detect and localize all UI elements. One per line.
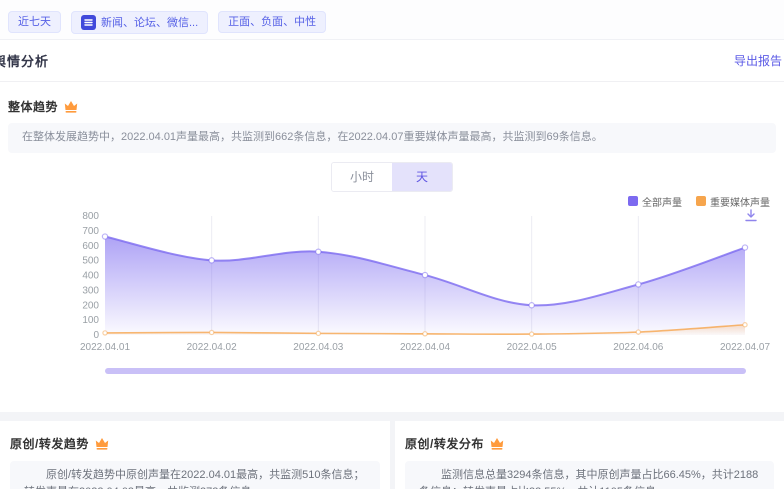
media-source-icon [81, 15, 96, 30]
legend-marker-purple [628, 196, 638, 206]
chart-scrollbar-thumb[interactable] [105, 368, 746, 374]
origin-repost-distribution-summary: 监测信息总量3294条信息，其中原创声量占比66.45%，共计2188条信息；转… [405, 461, 774, 489]
legend-label-total-volume: 全部声量 [642, 194, 682, 209]
svg-text:2022.04.05: 2022.04.05 [507, 342, 557, 353]
filter-chip-sentiment[interactable]: 正面、负面、中性 [218, 11, 326, 33]
crown-icon [490, 437, 504, 450]
chart-legend: 全部声量 重要媒体声量 [8, 195, 776, 208]
export-report-link[interactable]: 导出报告 [734, 52, 782, 69]
bottom-cards-row: 原创/转发趋势 原创/转发趋势中原创声量在2022.04.01最高，共监测510… [0, 421, 784, 489]
download-icon[interactable] [744, 209, 758, 222]
svg-text:2022.04.03: 2022.04.03 [293, 342, 343, 353]
svg-text:500: 500 [82, 255, 99, 266]
analysis-card: 舆情分析 导出报告 整体趋势 在整体发展趋势中，2022.04.01声量最高，共… [0, 40, 784, 412]
origin-repost-distribution-title: 原创/转发分布 [405, 435, 484, 452]
chart-scrollbar-track [105, 368, 746, 374]
filter-chip-media-sources-label: 新闻、论坛、微信... [101, 16, 198, 30]
svg-text:2022.04.06: 2022.04.06 [613, 342, 663, 353]
legend-item-key-media-volume[interactable]: 重要媒体声量 [696, 194, 770, 209]
svg-text:2022.04.04: 2022.04.04 [400, 342, 450, 353]
svg-text:100: 100 [82, 315, 99, 326]
svg-text:800: 800 [82, 211, 99, 222]
toggle-hour-button[interactable]: 小时 [332, 163, 392, 191]
trend-chart: 0 100 200 300 400 500 600 700 800 2022.04.01 2022.… [8, 209, 776, 374]
svg-text:0: 0 [93, 330, 99, 341]
granularity-toggle: 小时 天 [331, 162, 453, 192]
legend-marker-orange [696, 196, 706, 206]
overall-trend-title: 整体趋势 [8, 98, 58, 115]
trend-area-chart[interactable]: 01002003004005006007008002022.04.012022.… [88, 209, 784, 355]
svg-text:400: 400 [82, 270, 99, 281]
overall-trend-section: 整体趋势 在整体发展趋势中，2022.04.01声量最高，共监测到662条信息，… [0, 98, 784, 374]
filter-chip-media-sources[interactable]: 新闻、论坛、微信... [71, 11, 208, 34]
crown-icon [64, 100, 78, 113]
card-header: 舆情分析 导出报告 [0, 40, 784, 82]
legend-label-key-media-volume: 重要媒体声量 [710, 194, 770, 209]
svg-text:2022.04.01: 2022.04.01 [80, 342, 130, 353]
toggle-day-button[interactable]: 天 [392, 163, 452, 191]
origin-repost-distribution-card: 原创/转发分布 监测信息总量3294条信息，其中原创声量占比66.45%，共计2… [395, 421, 784, 489]
filter-chip-date-range[interactable]: 近七天 [8, 11, 61, 33]
svg-text:2022.04.02: 2022.04.02 [187, 342, 237, 353]
origin-repost-trend-summary: 原创/转发趋势中原创声量在2022.04.01最高，共监测510条信息；转发声量… [10, 461, 380, 489]
filter-chip-date-range-label: 近七天 [18, 15, 51, 29]
page-title: 舆情分析 [0, 51, 49, 70]
filter-bar: 近七天 新闻、论坛、微信... 正面、负面、中性 [0, 0, 784, 40]
svg-text:2022.04.07: 2022.04.07 [720, 342, 770, 353]
svg-text:700: 700 [82, 225, 99, 236]
filter-chip-sentiment-label: 正面、负面、中性 [228, 15, 316, 29]
overall-trend-summary: 在整体发展趋势中，2022.04.01声量最高，共监测到662条信息，在2022… [8, 123, 776, 153]
legend-item-total-volume[interactable]: 全部声量 [628, 194, 682, 209]
origin-repost-trend-card: 原创/转发趋势 原创/转发趋势中原创声量在2022.04.01最高，共监测510… [0, 421, 390, 489]
svg-text:600: 600 [82, 240, 99, 251]
svg-text:200: 200 [82, 300, 99, 311]
origin-repost-trend-title: 原创/转发趋势 [10, 435, 89, 452]
svg-text:300: 300 [82, 285, 99, 296]
crown-icon [95, 437, 109, 450]
